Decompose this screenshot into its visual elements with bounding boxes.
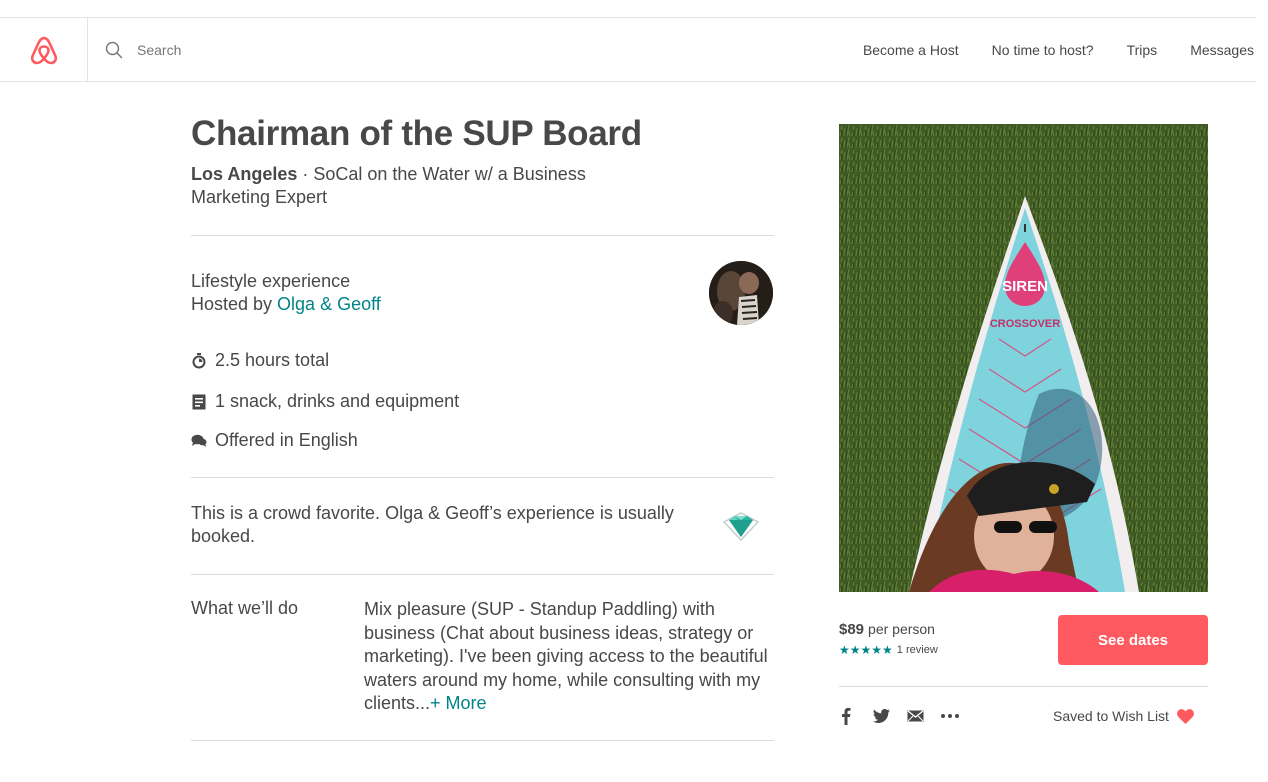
clock-icon: [191, 352, 207, 369]
detail-text: 2.5 hours total: [215, 350, 330, 370]
see-dates-button[interactable]: See dates: [1058, 615, 1208, 665]
heart-icon: [1177, 708, 1194, 724]
city-name: Los Angeles: [191, 164, 298, 184]
price-amount: $89: [839, 621, 865, 638]
wishlist-toggle[interactable]: Saved to Wish List: [1053, 708, 1194, 724]
detail-includes: 1 snack, drinks and equipment: [191, 391, 459, 412]
experience-photo[interactable]: SIREN CROSSOVER: [839, 124, 1208, 592]
nav-links: Become a Host No time to host? Trips Mes…: [830, 18, 1254, 81]
price-unit: per person: [868, 621, 935, 637]
nav-trips[interactable]: Trips: [1127, 42, 1158, 58]
hosted-by-prefix: Hosted by: [191, 294, 278, 314]
divider: [191, 477, 774, 478]
review-count: 1 review: [896, 644, 938, 656]
experience-type: Lifestyle experience: [191, 271, 351, 291]
detail-text: Offered in English: [215, 430, 358, 450]
divider: [191, 740, 774, 741]
star-rating-icon: ★★★★★: [839, 643, 893, 657]
nav-no-time-to-host[interactable]: No time to host?: [992, 42, 1094, 58]
search-icon: [105, 41, 123, 58]
host-photo: [709, 261, 773, 325]
read-more-link[interactable]: + More: [430, 693, 487, 713]
diamond-icon: [722, 510, 760, 549]
board-brand-text: SIREN: [1002, 278, 1048, 295]
more-options-icon[interactable]: [940, 706, 960, 726]
detail-language: Offered in English: [191, 430, 358, 451]
what-we-do-description: Mix pleasure (SUP - Standup Paddling) wi…: [364, 598, 774, 716]
rating[interactable]: ★★★★★ 1 review: [839, 643, 938, 657]
detail-text: 1 snack, drinks and equipment: [215, 391, 460, 411]
board-model-text: CROSSOVER: [990, 318, 1060, 330]
share-icons: [839, 706, 960, 726]
nav-messages[interactable]: Messages: [1190, 42, 1254, 58]
crowd-favorite-text: This is a crowd favorite. Olga & Geoff’s…: [191, 503, 674, 546]
top-nav-bar: Search Become a Host No time to host? Tr…: [0, 17, 1256, 82]
subtitle-separator: ·: [297, 164, 314, 184]
facebook-icon[interactable]: [839, 706, 853, 726]
host-info: Lifestyle experience Hosted by Olga & Ge…: [191, 270, 381, 316]
host-link[interactable]: Olga & Geoff: [277, 294, 381, 314]
search-input[interactable]: Search: [137, 42, 181, 58]
twitter-icon[interactable]: [872, 706, 890, 726]
experience-title: Chairman of the SUP Board: [191, 114, 642, 153]
divider: [191, 574, 774, 575]
price-info: $89 per person: [839, 621, 935, 638]
divider: [191, 235, 774, 236]
list-icon: [191, 394, 207, 410]
email-icon[interactable]: [906, 706, 924, 726]
paddleboard-photo: SIREN CROSSOVER: [839, 124, 1208, 592]
what-we-do-label: What we’ll do: [191, 598, 299, 618]
wishlist-label: Saved to Wish List: [1053, 708, 1169, 724]
experience-subtitle: Los Angeles · SoCal on the Water w/ a Bu…: [191, 163, 641, 209]
chat-icon: [191, 433, 207, 449]
hosted-by: Hosted by Olga & Geoff: [191, 293, 381, 316]
airbnb-logo-icon: [30, 36, 57, 64]
divider: [839, 686, 1208, 687]
search-bar[interactable]: Search: [105, 18, 505, 81]
detail-duration: 2.5 hours total: [191, 350, 329, 371]
nav-become-host[interactable]: Become a Host: [863, 42, 959, 58]
description-text: Mix pleasure (SUP - Standup Paddling) wi…: [364, 599, 768, 713]
airbnb-logo[interactable]: [0, 18, 88, 81]
host-avatar[interactable]: [709, 261, 773, 325]
